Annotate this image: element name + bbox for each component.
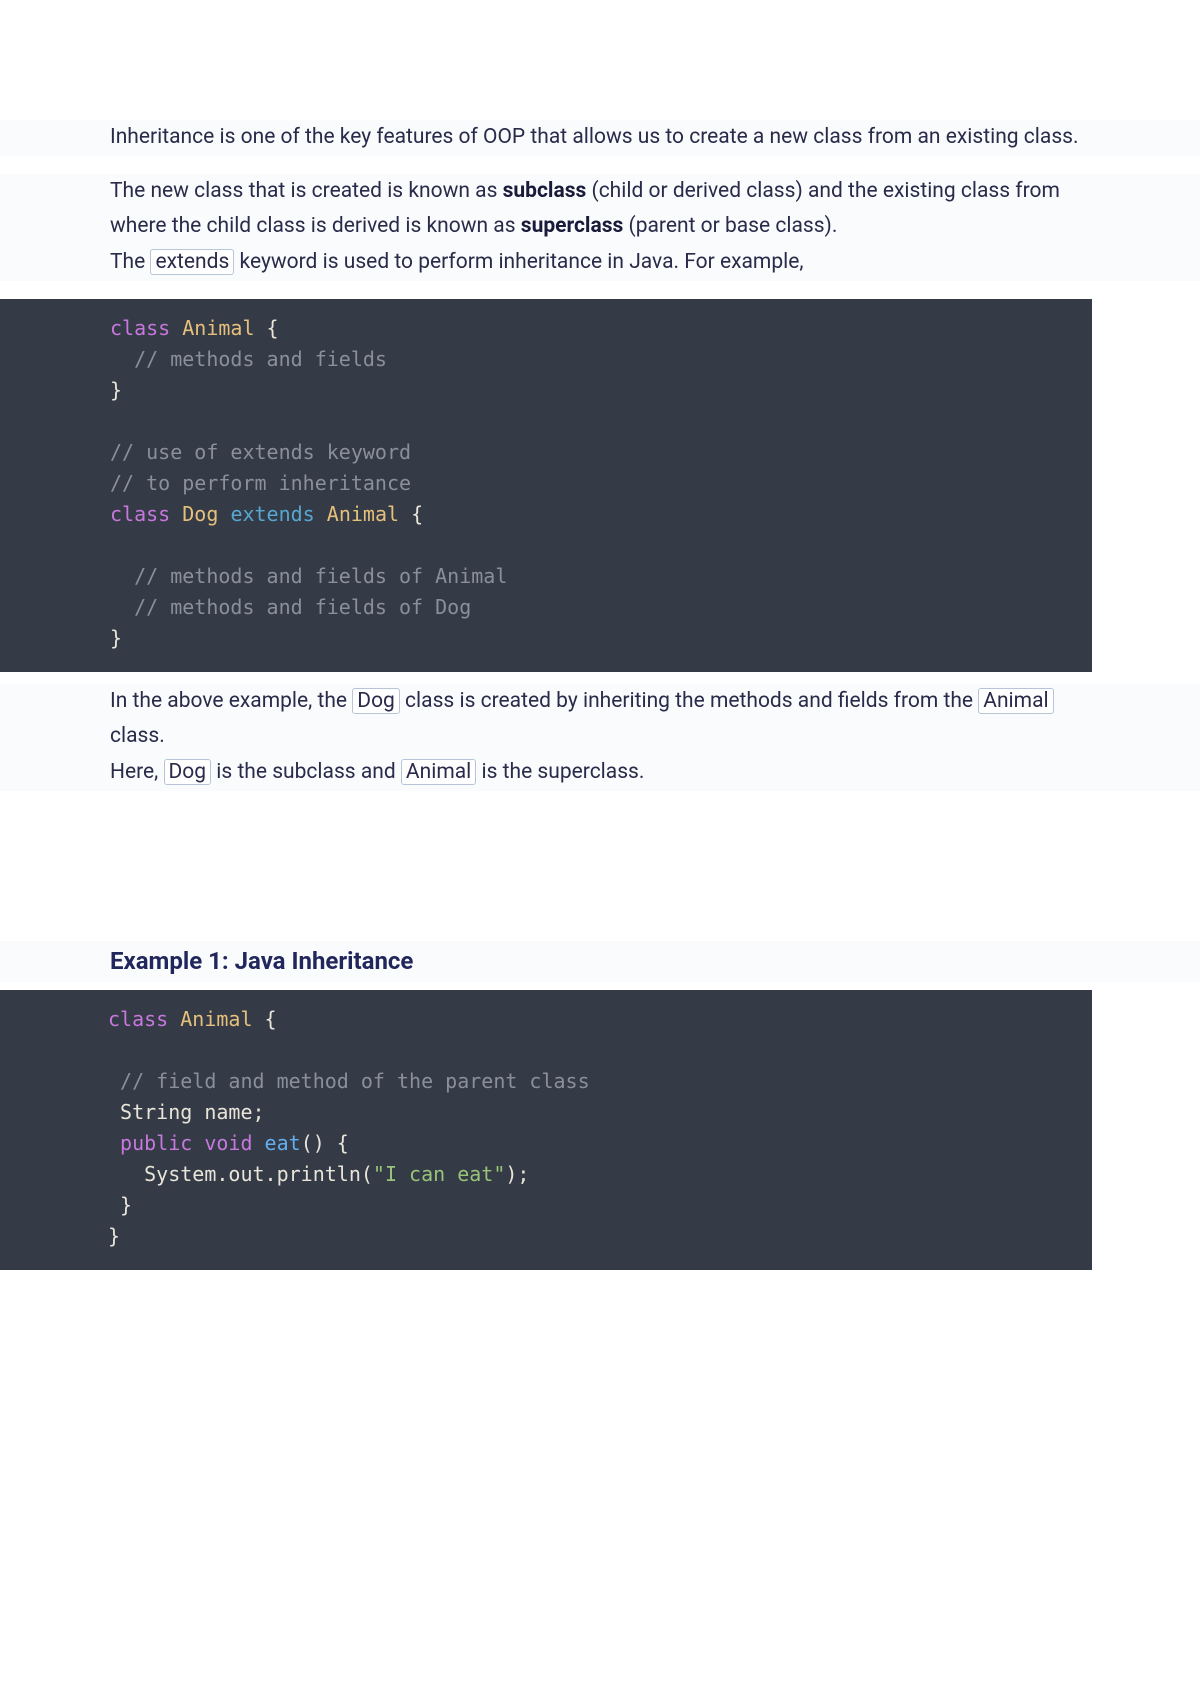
inline-code-extends: extends <box>150 249 234 275</box>
type-animal: Animal <box>182 316 254 340</box>
comment: // methods and fields <box>110 347 387 371</box>
inline-code-dog: Dog <box>164 759 212 785</box>
comment: // use of extends keyword <box>110 440 411 464</box>
brace: } <box>110 378 122 402</box>
method-eat: eat <box>253 1131 301 1155</box>
comment: // field and method of the parent class <box>108 1069 590 1093</box>
intro-text-1: Inheritance is one of the key features o… <box>110 120 1090 156</box>
after-paragraph-block: In the above example, the Dog class is c… <box>0 684 1200 791</box>
text-fragment: The <box>110 250 150 274</box>
type-animal: Animal <box>327 502 399 526</box>
type-dog: Dog <box>182 502 218 526</box>
text-fragment: class. <box>110 724 165 748</box>
comment: // to perform inheritance <box>110 471 411 495</box>
string-literal: "I can eat" <box>373 1162 505 1186</box>
kw-class: class <box>110 316 170 340</box>
intro-text-2: The new class that is created is known a… <box>110 174 1090 245</box>
example-1-heading: Example 1: Java Inheritance <box>0 941 1200 982</box>
bold-subclass: subclass <box>503 179 587 203</box>
intro-paragraph-1: Inheritance is one of the key features o… <box>0 120 1200 156</box>
inline-code-animal: Animal <box>401 759 476 785</box>
intro-paragraph-2-block: The new class that is created is known a… <box>0 174 1200 281</box>
brace: } <box>108 1224 120 1248</box>
call-println: System.out.println( <box>108 1162 373 1186</box>
text-fragment: Here, <box>110 760 164 784</box>
text-fragment: class is created by inheriting the metho… <box>400 689 978 713</box>
punc: () { <box>301 1131 349 1155</box>
kw-void: void <box>192 1131 252 1155</box>
code-block-1: class Animal { // methods and fields } /… <box>0 299 1092 672</box>
bold-superclass: superclass <box>521 214 624 238</box>
after-text-1: In the above example, the Dog class is c… <box>110 684 1090 755</box>
after-text-2: Here, Dog is the subclass and Animal is … <box>110 755 1090 791</box>
text-fragment: (parent or base class). <box>623 214 837 238</box>
text-fragment: In the above example, the <box>110 689 352 713</box>
brace: } <box>110 626 122 650</box>
text-fragment: is the subclass and <box>211 760 401 784</box>
brace: { <box>255 316 279 340</box>
kw-class: class <box>108 1007 168 1031</box>
punc: ); <box>505 1162 529 1186</box>
kw-public: public <box>108 1131 192 1155</box>
inline-code-dog: Dog <box>352 688 400 714</box>
comment: // methods and fields of Dog <box>110 595 471 619</box>
code-block-2: class Animal { // field and method of th… <box>0 990 1092 1270</box>
brace: } <box>108 1193 132 1217</box>
type-animal: Animal <box>180 1007 252 1031</box>
brace: { <box>253 1007 277 1031</box>
text-fragment: The new class that is created is known a… <box>110 179 503 203</box>
kw-class: class <box>110 502 170 526</box>
code-pre-2: class Animal { // field and method of th… <box>108 1004 1072 1252</box>
text-fragment: keyword is used to perform inheritance i… <box>234 250 803 274</box>
code-pre-1: class Animal { // methods and fields } /… <box>110 313 1072 654</box>
text-fragment: is the superclass. <box>476 760 644 784</box>
inline-code-animal: Animal <box>978 688 1053 714</box>
field-decl: String name; <box>108 1100 265 1124</box>
intro-text-3: The extends keyword is used to perform i… <box>110 245 1090 281</box>
kw-extends: extends <box>230 502 314 526</box>
comment: // methods and fields of Animal <box>110 564 507 588</box>
brace: { <box>399 502 423 526</box>
